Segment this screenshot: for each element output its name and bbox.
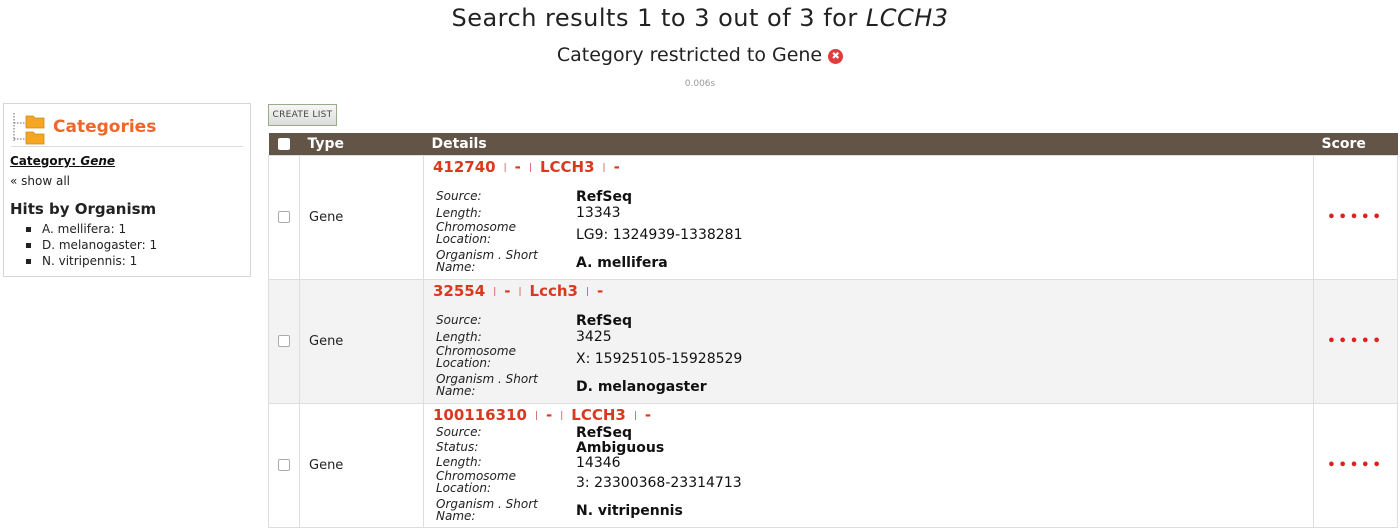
chromosome-label: Chromosome	[436, 468, 516, 483]
organism-item[interactable]: D. melanogaster: 1	[26, 237, 157, 253]
chromosome-label: Chromosome	[436, 219, 516, 234]
column-details[interactable]: Details	[423, 133, 1314, 155]
organism-value: A. mellifera	[576, 254, 668, 271]
folder-tree-icon	[13, 113, 45, 145]
search-query: LCCH3	[865, 4, 949, 32]
row-select-cell	[268, 154, 300, 280]
title-prefix: Search results 1 to 3 out of 3 for	[451, 4, 866, 32]
category-restriction: Category restricted to Gene ✖	[0, 44, 1400, 66]
search-timing: 0.006s	[684, 79, 716, 89]
results-table: Type Details Score Gene 412740 | - | LCCH3 | -…	[268, 133, 1398, 528]
result-dash-link[interactable]: -	[515, 158, 521, 176]
status-label: Status:	[436, 439, 479, 454]
row-select-cell	[268, 402, 300, 528]
select-all-header	[268, 133, 300, 155]
row-checkbox[interactable]	[278, 211, 290, 223]
chromosome-location-value: X: 15925105-15928529	[576, 350, 743, 367]
table-row: Gene 32554 | - | Lcch3 | - Source: RefSeq Leng…	[268, 278, 1398, 404]
source-label: Source:	[436, 188, 482, 203]
length-label: Length:	[436, 454, 482, 469]
result-dash-link[interactable]: -	[546, 406, 552, 424]
result-heading: 412740 | - | LCCH3 | -	[433, 157, 620, 176]
result-dash-link[interactable]: -	[597, 282, 603, 300]
organism-item[interactable]: N. vitripennis: 1	[26, 253, 157, 269]
categories-header: Categories	[11, 109, 243, 147]
result-heading: 32554 | - | Lcch3 | -	[433, 281, 604, 300]
column-type[interactable]: Type	[299, 133, 424, 155]
result-symbol-link[interactable]: LCCH3	[571, 406, 626, 424]
table-header-row: Type Details Score	[268, 133, 1398, 155]
category-restriction-text: Category restricted to Gene	[556, 44, 823, 66]
status-value: Ambiguous	[576, 439, 665, 456]
score-cell: •••••	[1313, 278, 1398, 404]
result-id-link[interactable]: 100116310	[433, 406, 527, 424]
location-label: Location:	[436, 480, 492, 495]
result-dash-link[interactable]: -	[645, 406, 651, 424]
show-all-link[interactable]: « show all	[10, 174, 70, 188]
location-label: Location:	[436, 355, 492, 370]
page-title: Search results 1 to 3 out of 3 for LCCH3	[0, 4, 1400, 32]
result-dash-link[interactable]: -	[614, 158, 620, 176]
organism-label: Organism . Short	[436, 371, 538, 386]
length-value: 14346	[576, 454, 621, 471]
details-cell: 100116310 | - | LCCH3 | - Source: RefSeq Statu…	[423, 402, 1314, 528]
score-cell: •••••	[1313, 154, 1398, 280]
table-row: Gene 100116310 | - | LCCH3 | - Source: RefSeq …	[268, 402, 1398, 528]
row-select-cell	[268, 278, 300, 404]
chromosome-label: Chromosome	[436, 343, 516, 358]
hits-by-organism-title: Hits by Organism	[10, 200, 157, 218]
organism-label: Organism . Short	[436, 496, 538, 511]
short-name-label: Name:	[436, 259, 476, 274]
remove-category-icon[interactable]: ✖	[828, 49, 844, 64]
type-cell: Gene	[299, 278, 424, 404]
details-cell: 32554 | - | Lcch3 | - Source: RefSeq Length: 3…	[423, 278, 1314, 404]
length-label: Length:	[436, 329, 482, 344]
type-cell: Gene	[299, 154, 424, 280]
create-list-button[interactable]: CREATE LIST	[268, 104, 337, 126]
category-label: Category:	[10, 154, 81, 168]
source-label: Source:	[436, 424, 482, 439]
chromosome-location-value: 3: 23300368-23314713	[576, 474, 742, 491]
chromosome-location-value: LG9: 1324939-1338281	[576, 226, 743, 243]
organism-label: Organism . Short	[436, 247, 538, 262]
column-score[interactable]: Score	[1313, 133, 1398, 155]
table-row: Gene 412740 | - | LCCH3 | - Source: RefSeq Len…	[268, 154, 1398, 280]
source-value: RefSeq	[576, 312, 632, 329]
organism-item[interactable]: A. mellifera: 1	[26, 221, 157, 237]
type-cell: Gene	[299, 402, 424, 528]
source-label: Source:	[436, 312, 482, 327]
length-value: 3425	[576, 328, 612, 345]
categories-panel: Categories Category: Gene « show all Hit…	[3, 103, 251, 277]
categories-title: Categories	[53, 117, 157, 137]
result-id-link[interactable]: 32554	[433, 282, 485, 300]
result-symbol-link[interactable]: Lcch3	[530, 282, 578, 300]
source-value: RefSeq	[576, 188, 632, 205]
organism-value: N. vitripennis	[576, 502, 683, 519]
short-name-label: Name:	[436, 383, 476, 398]
source-value: RefSeq	[576, 424, 632, 441]
result-dash-link[interactable]: -	[504, 282, 510, 300]
row-checkbox[interactable]	[278, 335, 290, 347]
short-name-label: Name:	[436, 508, 476, 523]
organism-value: D. melanogaster	[576, 378, 707, 395]
details-cell: 412740 | - | LCCH3 | - Source: RefSeq Length: …	[423, 154, 1314, 280]
organism-list: A. mellifera: 1 D. melanogaster: 1 N. vi…	[26, 221, 157, 269]
current-category[interactable]: Category: Gene	[10, 154, 115, 168]
length-value: 13343	[576, 204, 621, 221]
result-heading: 100116310 | - | LCCH3 | -	[433, 405, 652, 424]
result-symbol-link[interactable]: LCCH3	[540, 158, 595, 176]
length-label: Length:	[436, 205, 482, 220]
score-cell: •••••	[1313, 402, 1398, 528]
location-label: Location:	[436, 231, 492, 246]
result-id-link[interactable]: 412740	[433, 158, 496, 176]
category-value: Gene	[80, 154, 116, 168]
select-all-checkbox[interactable]	[278, 137, 290, 150]
row-checkbox[interactable]	[278, 459, 290, 471]
